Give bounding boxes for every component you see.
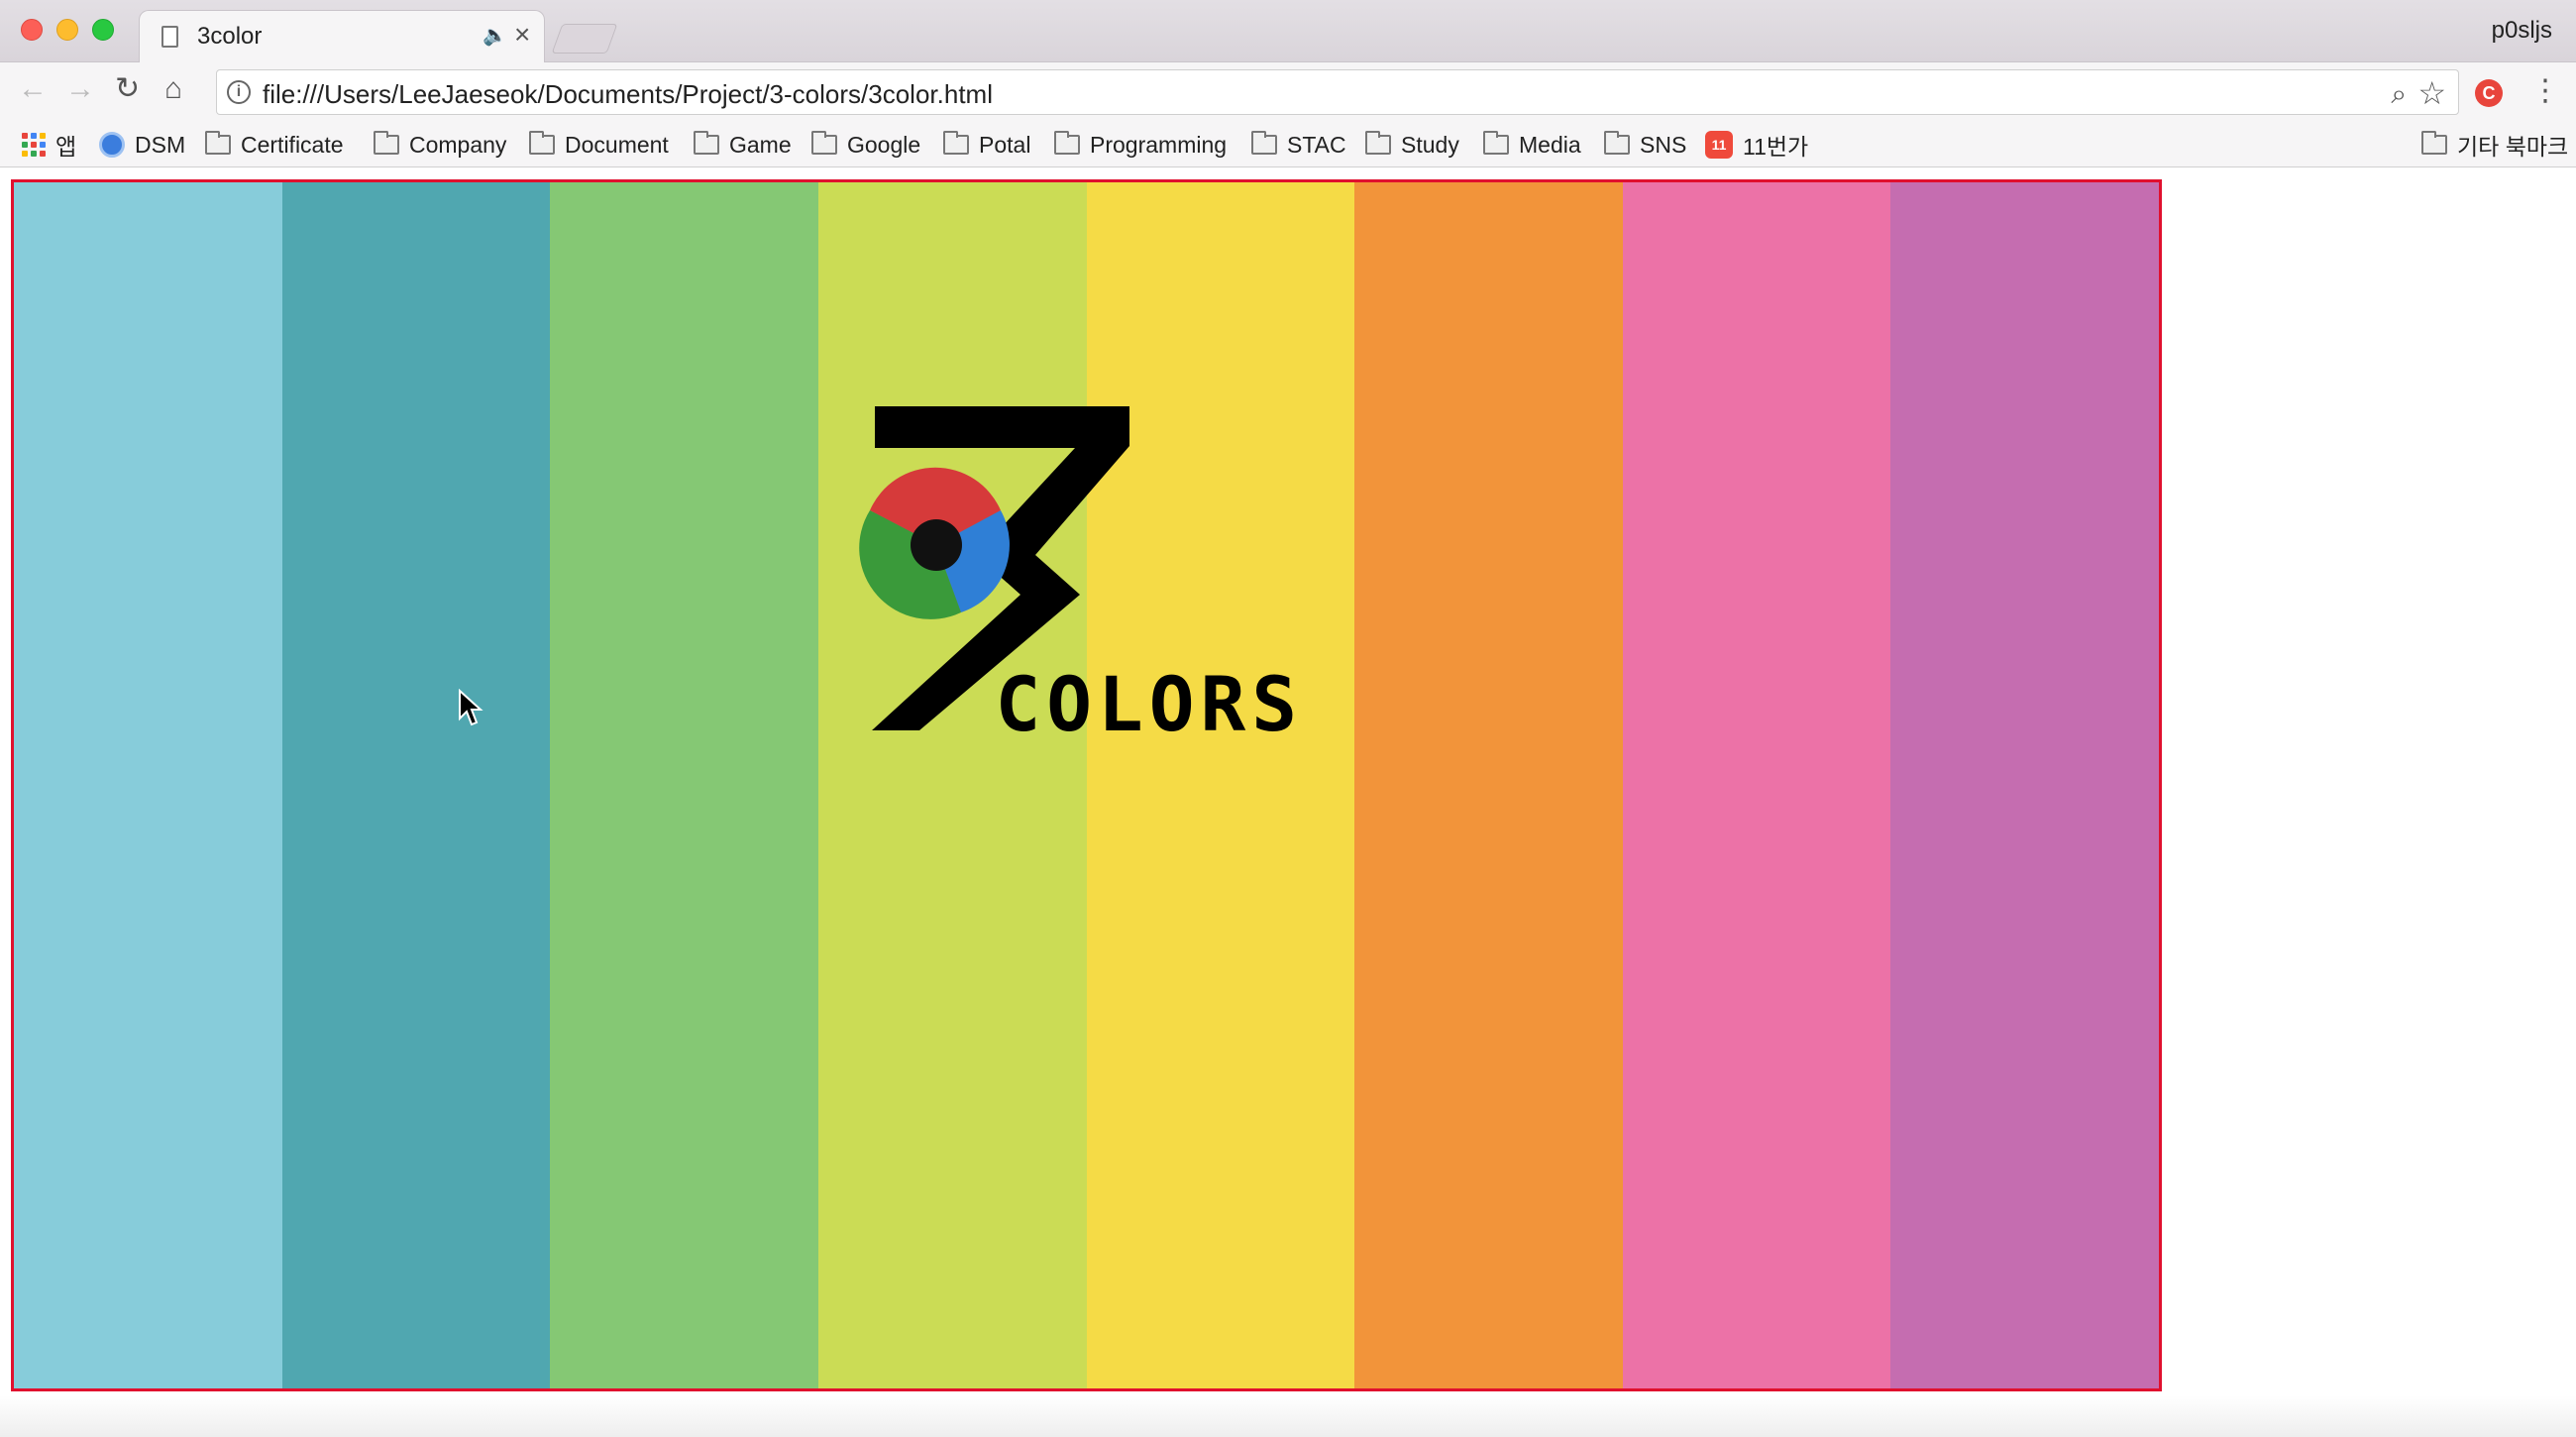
folder-icon: [374, 131, 399, 155]
stripe-4: [817, 182, 1087, 1388]
stripe-7: [1622, 182, 1891, 1388]
window-close-button[interactable]: [21, 19, 43, 41]
stripe-5: [1086, 182, 1355, 1388]
bookmark-label: 기타 북마크: [2457, 134, 2569, 160]
bookmark-label: 11번가: [1743, 134, 1809, 160]
stripe-1: [14, 182, 282, 1388]
bookmark-label: STAC: [1287, 131, 1346, 158]
forward-arrow-icon[interactable]: →: [65, 74, 95, 104]
folder-icon: [1251, 131, 1277, 155]
bookmark-star-icon[interactable]: ☆: [2417, 74, 2446, 112]
bookmark-label: DSM: [135, 131, 186, 158]
reload-icon[interactable]: ↻: [115, 74, 140, 104]
back-arrow-icon[interactable]: ←: [18, 74, 48, 104]
bookmark-label: Programming: [1090, 131, 1228, 158]
bookmark-label: Game: [729, 131, 792, 158]
tab-strip: 3color 🔈 × p0sljs: [0, 0, 2576, 63]
new-tab-button[interactable]: [551, 24, 618, 54]
bookmark-apps[interactable]: 앱: [22, 128, 76, 162]
info-icon[interactable]: i: [227, 80, 251, 104]
folder-icon: [1365, 131, 1391, 155]
bookmark-folder-sns[interactable]: SNS: [1604, 128, 1686, 162]
folder-icon: [811, 131, 837, 155]
browser-toolbar: ← → ↻ ⌂ i file:///Users/LeeJaeseok/Docum…: [0, 62, 2576, 122]
menu-icon[interactable]: ⋮: [2530, 76, 2560, 106]
speaker-icon[interactable]: 🔈: [483, 23, 507, 48]
folder-icon: [1604, 131, 1630, 155]
3colors-logo: COLORS: [859, 406, 1303, 748]
bookmark-label: Google: [847, 131, 921, 158]
bookmark-folder-study[interactable]: Study: [1365, 128, 1459, 162]
zoom-icon[interactable]: ⌕: [2391, 78, 2407, 111]
folder-icon: [1483, 131, 1509, 155]
bookmark-folder-potal[interactable]: Potal: [943, 128, 1030, 162]
eye-icon: [859, 467, 1010, 619]
bookmark-dsm[interactable]: DSM: [99, 128, 185, 162]
bookmark-label: Company: [409, 131, 507, 158]
bookmark-label: Potal: [979, 131, 1031, 158]
folder-icon: [205, 131, 231, 155]
tab-3color[interactable]: 3color 🔈 ×: [139, 10, 545, 63]
folder-icon: [529, 131, 555, 155]
bookmark-label: Study: [1401, 131, 1459, 158]
bookmark-label: Document: [565, 131, 669, 158]
stripe-6: [1354, 182, 1623, 1388]
page-bottom-area: [0, 1395, 2576, 1437]
tab-title: 3color: [197, 23, 263, 50]
stripe-2: [281, 182, 551, 1388]
extension-icon[interactable]: C: [2475, 79, 2503, 107]
home-icon[interactable]: ⌂: [164, 74, 182, 104]
color-stripes: [11, 179, 2162, 1391]
logo-text: COLORS: [995, 660, 1303, 748]
bookmark-folder-google[interactable]: Google: [811, 128, 920, 162]
window-maximize-button[interactable]: [92, 19, 114, 41]
folder-icon: [2421, 131, 2447, 155]
bookmark-folder-media[interactable]: Media: [1483, 128, 1581, 162]
bookmark-folder-certificate[interactable]: Certificate: [205, 128, 344, 162]
window-minimize-button[interactable]: [56, 19, 78, 41]
folder-icon: [943, 131, 969, 155]
stripe-8: [1890, 182, 2159, 1388]
bookmark-label: Certificate: [241, 131, 344, 158]
bookmark-11st[interactable]: 11 11번가: [1705, 128, 1808, 162]
page-viewport: COLORS: [0, 168, 2576, 1437]
profile-name[interactable]: p0sljs: [2492, 17, 2552, 45]
bookmark-label: 앱: [55, 134, 77, 160]
url-text[interactable]: file:///Users/LeeJaeseok/Documents/Proje…: [263, 79, 993, 110]
bookmark-folder-programming[interactable]: Programming: [1054, 128, 1227, 162]
address-bar[interactable]: i file:///Users/LeeJaeseok/Documents/Pro…: [216, 69, 2459, 115]
bookmark-folder-other[interactable]: 기타 북마크: [2421, 128, 2568, 162]
elevenst-icon: 11: [1705, 131, 1733, 159]
bookmark-folder-company[interactable]: Company: [374, 128, 506, 162]
dsm-icon: [99, 132, 125, 158]
folder-icon: [694, 131, 719, 155]
close-icon[interactable]: ×: [514, 19, 530, 51]
bookmark-label: SNS: [1640, 131, 1687, 158]
stripe-3: [550, 182, 818, 1388]
mouse-cursor-icon: [459, 689, 483, 726]
bookmark-folder-stac[interactable]: STAC: [1251, 128, 1346, 162]
document-icon: [161, 26, 178, 48]
bookmark-label: Media: [1519, 131, 1581, 158]
folder-icon: [1054, 131, 1080, 155]
apps-grid-icon: [22, 133, 46, 157]
bookmark-folder-document[interactable]: Document: [529, 128, 669, 162]
bookmark-folder-game[interactable]: Game: [694, 128, 792, 162]
bookmarks-bar: 앱 DSM Certificate Company Document Game …: [0, 122, 2576, 167]
